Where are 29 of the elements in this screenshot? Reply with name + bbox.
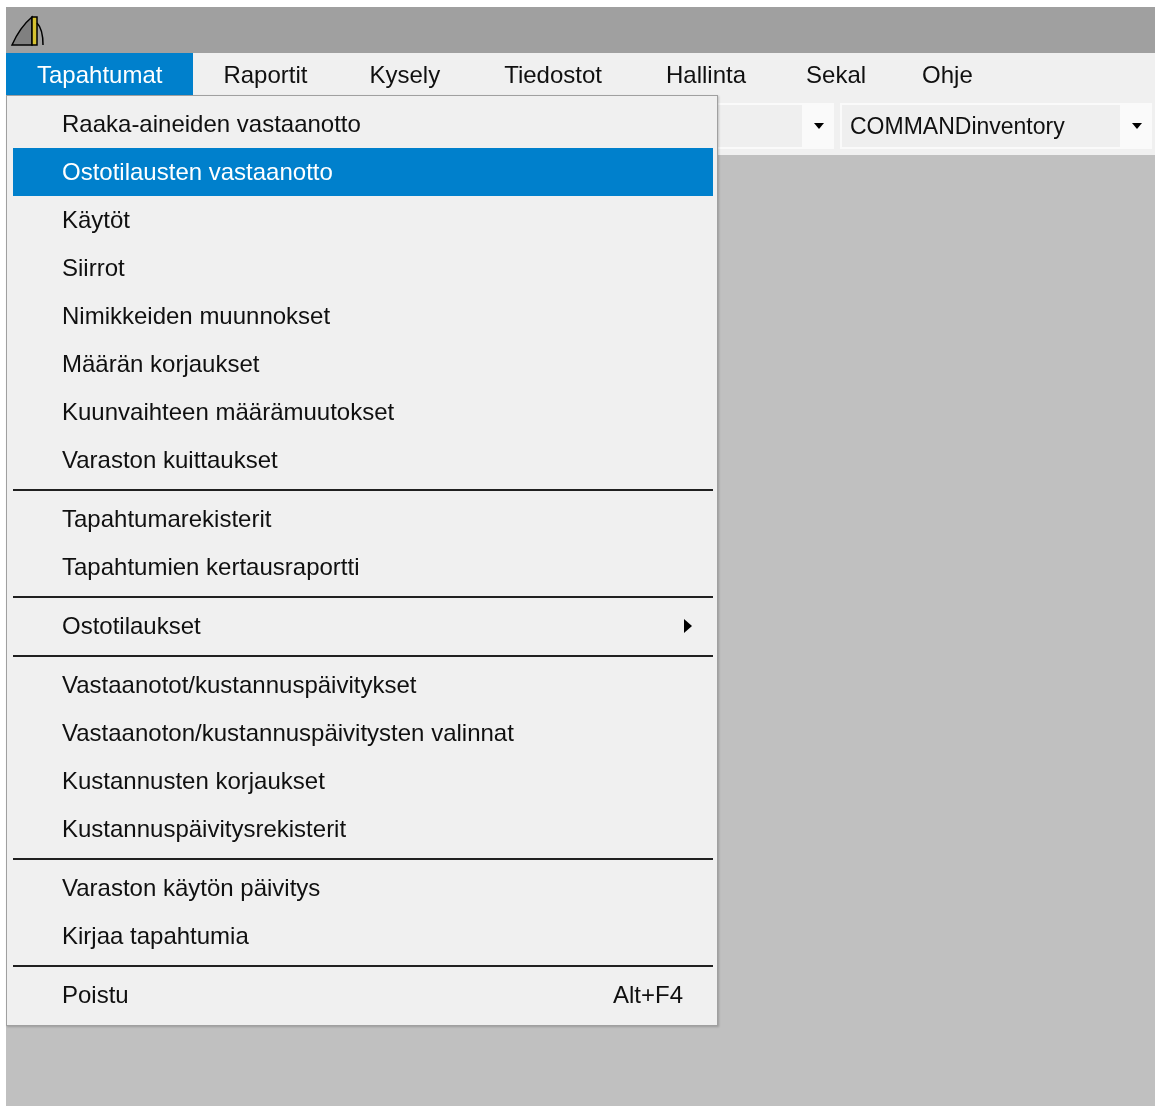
menu-item[interactable]: Tapahtumarekisterit xyxy=(13,495,713,543)
menu-item[interactable]: Poistu Alt+F4 xyxy=(13,971,713,1019)
menu-bar-item[interactable]: Tapahtumat xyxy=(6,53,194,97)
caret-icon xyxy=(814,123,824,129)
menu-item[interactable]: Varaston käytön päivitys xyxy=(13,864,713,912)
menu-item[interactable]: Ostotilausten vastaanotto xyxy=(13,148,713,196)
menu-bar-item[interactable]: Sekal xyxy=(778,53,895,97)
menu-item[interactable]: Käytöt xyxy=(13,196,713,244)
menu-item[interactable]: Raaka-aineiden vastaanotto xyxy=(13,100,713,148)
menu-item[interactable]: Määrän korjaukset xyxy=(13,340,713,388)
caret-icon xyxy=(1132,123,1142,129)
menu-item[interactable]: Siirrot xyxy=(13,244,713,292)
database-combo-box[interactable]: COMMANDinventory xyxy=(840,103,1152,149)
menu-bar-item[interactable]: Hallinta xyxy=(634,53,779,97)
shortcut-label: Alt+F4 xyxy=(612,981,683,1009)
menu-item[interactable]: Ostotilaukset xyxy=(13,602,713,650)
menu-item[interactable]: Kustannuspäivitysrekisterit xyxy=(13,805,713,853)
menu-item[interactable]: Kustannusten korjaukset xyxy=(13,757,713,805)
menu-bar-item[interactable]: Kysely xyxy=(337,53,473,97)
menu-item[interactable]: Varaston kuittaukset xyxy=(13,436,713,484)
menu-bar-item[interactable]: Raportit xyxy=(193,53,338,97)
menu-item[interactable]: Kuunvaihteen määrämuutokset xyxy=(13,388,713,436)
menu-item[interactable]: Vastaanotot/kustannuspäivitykset xyxy=(13,661,713,709)
menu-bar-item[interactable]: Ohje xyxy=(894,53,1001,97)
menu-item[interactable]: Kirjaa tapahtumia xyxy=(13,912,713,960)
menu-item[interactable]: Tapahtumien kertausraportti xyxy=(13,543,713,591)
menu-item[interactable]: Nimikkeiden muunnokset xyxy=(13,292,713,340)
menu-item[interactable]: Vastaanoton/kustannuspäivitysten valinnat xyxy=(13,709,713,757)
menu-bar-item[interactable]: Tiedostot xyxy=(472,53,634,97)
